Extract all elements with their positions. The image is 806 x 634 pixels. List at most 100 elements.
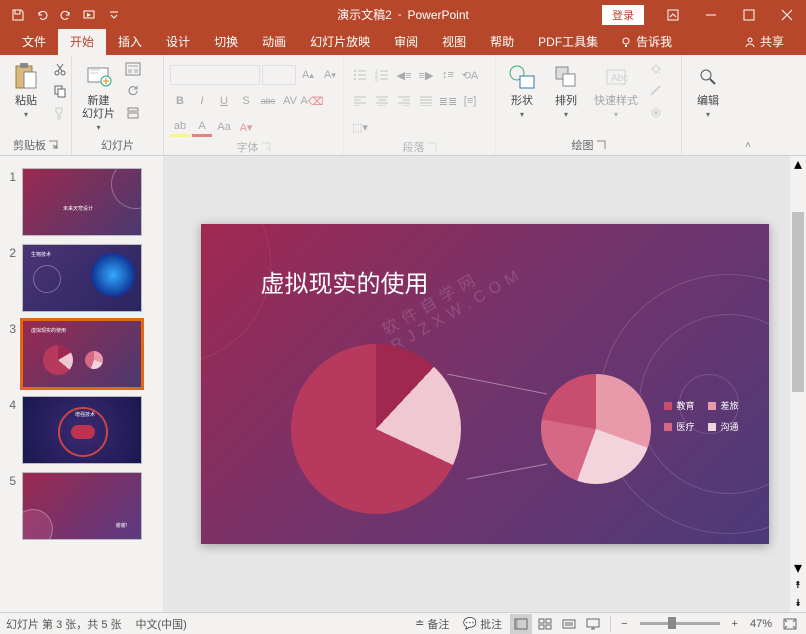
tab-pdf-tools[interactable]: PDF工具集 bbox=[526, 28, 610, 55]
zoom-value[interactable]: 47% bbox=[744, 618, 778, 630]
clear-format-icon[interactable]: A⌫ bbox=[302, 91, 322, 111]
decrease-indent-icon[interactable]: ◀≡ bbox=[394, 65, 414, 85]
slide-thumbnail[interactable]: 5 谢谢! bbox=[0, 468, 163, 544]
reset-icon[interactable] bbox=[123, 81, 143, 101]
current-slide[interactable]: 软件自学网RJZXW.COM 虚拟现实的使用 教育 差旅 医疗 沟通 bbox=[201, 224, 769, 544]
ribbon-display-options-icon[interactable] bbox=[654, 0, 692, 29]
dialog-launcher-icon[interactable] bbox=[48, 140, 58, 150]
decrease-font-icon[interactable]: A▾ bbox=[320, 65, 340, 85]
tab-file[interactable]: 文件 bbox=[10, 28, 58, 55]
language-status[interactable]: 中文(中国) bbox=[136, 616, 187, 632]
slide-thumbnail-panel[interactable]: 1 未来天穹设计 2 生物技术 3 虚拟现实的使用 4 bbox=[0, 156, 163, 612]
qat-customize-icon[interactable] bbox=[104, 5, 124, 25]
font-color-icon[interactable]: A bbox=[192, 117, 212, 137]
slide-thumbnail[interactable]: 3 虚拟现实的使用 bbox=[0, 316, 163, 392]
slide-thumbnail[interactable]: 4 增强技术 bbox=[0, 392, 163, 468]
bullets-icon[interactable] bbox=[350, 65, 370, 85]
shapes-button[interactable]: 形状▾ bbox=[502, 59, 542, 123]
share-button[interactable]: 共享 bbox=[736, 28, 792, 55]
scroll-thumb[interactable] bbox=[792, 212, 804, 392]
shape-fill-icon[interactable] bbox=[646, 59, 666, 79]
increase-font-icon[interactable]: A▴ bbox=[298, 65, 318, 85]
smartart-convert-icon[interactable]: ⬚▾ bbox=[350, 117, 370, 137]
zoom-slider[interactable] bbox=[640, 622, 720, 625]
align-text-icon[interactable]: [≡] bbox=[460, 91, 480, 111]
tab-animations[interactable]: 动画 bbox=[250, 28, 298, 55]
login-button[interactable]: 登录 bbox=[602, 5, 644, 25]
italic-button[interactable]: I bbox=[192, 91, 212, 111]
slide-editor-area[interactable]: 软件自学网RJZXW.COM 虚拟现实的使用 教育 差旅 医疗 沟通 ▴ ▾ ⯭… bbox=[163, 156, 806, 612]
highlight-icon[interactable]: ab bbox=[170, 117, 190, 137]
tab-help[interactable]: 帮助 bbox=[478, 28, 526, 55]
justify-icon[interactable] bbox=[416, 91, 436, 111]
zoom-slider-handle[interactable] bbox=[668, 617, 676, 629]
scroll-track[interactable] bbox=[790, 172, 806, 560]
zoom-out-button[interactable]: − bbox=[617, 618, 631, 630]
tab-view[interactable]: 视图 bbox=[430, 28, 478, 55]
save-icon[interactable] bbox=[8, 5, 28, 25]
align-left-icon[interactable] bbox=[350, 91, 370, 111]
comments-button[interactable]: 💬 批注 bbox=[457, 614, 508, 634]
collapse-ribbon-icon[interactable]: ˄ bbox=[745, 140, 751, 151]
shadow-button[interactable]: S bbox=[236, 91, 256, 111]
line-spacing-icon[interactable]: ↕≡ bbox=[438, 65, 458, 85]
normal-view-icon[interactable] bbox=[510, 614, 532, 634]
cut-icon[interactable] bbox=[50, 59, 70, 79]
columns-icon[interactable]: ≣≣ bbox=[438, 91, 458, 111]
start-from-beginning-icon[interactable] bbox=[80, 5, 100, 25]
layout-icon[interactable] bbox=[123, 59, 143, 79]
reading-view-icon[interactable] bbox=[558, 614, 580, 634]
change-case-icon[interactable]: Aa bbox=[214, 117, 234, 137]
strike-button[interactable]: abc bbox=[258, 91, 278, 111]
zoom-in-button[interactable]: + bbox=[728, 618, 742, 630]
font-size-dropdown[interactable] bbox=[262, 65, 296, 85]
slide-sorter-view-icon[interactable] bbox=[534, 614, 556, 634]
scroll-up-icon[interactable]: ▴ bbox=[790, 156, 806, 172]
slide-thumbnail[interactable]: 1 未来天穹设计 bbox=[0, 164, 163, 240]
tab-review[interactable]: 审阅 bbox=[382, 28, 430, 55]
slideshow-view-icon[interactable] bbox=[582, 614, 604, 634]
slide-thumbnail[interactable]: 2 生物技术 bbox=[0, 240, 163, 316]
bold-button[interactable]: B bbox=[170, 91, 190, 111]
sub-pie-chart[interactable] bbox=[541, 374, 651, 484]
align-center-icon[interactable] bbox=[372, 91, 392, 111]
slide-title[interactable]: 虚拟现实的使用 bbox=[261, 264, 429, 299]
main-pie-chart[interactable] bbox=[291, 344, 461, 514]
close-button[interactable] bbox=[768, 0, 806, 29]
text-direction-icon[interactable]: ⟲A bbox=[460, 65, 480, 85]
char-spacing-icon[interactable]: AV bbox=[280, 91, 300, 111]
dialog-launcher-icon[interactable] bbox=[261, 142, 271, 152]
numbering-icon[interactable]: 123 bbox=[372, 65, 392, 85]
arrange-button[interactable]: 排列▾ bbox=[546, 59, 586, 123]
paste-button[interactable]: 粘贴▾ bbox=[6, 59, 46, 123]
align-right-icon[interactable] bbox=[394, 91, 414, 111]
vertical-scrollbar[interactable]: ▴ ▾ ⯭ ⯯ bbox=[790, 156, 806, 612]
dialog-launcher-icon[interactable] bbox=[596, 140, 606, 150]
shape-outline-icon[interactable] bbox=[646, 81, 666, 101]
tell-me-search[interactable]: 告诉我 bbox=[610, 28, 682, 55]
next-slide-icon[interactable]: ⯯ bbox=[790, 594, 806, 612]
format-painter-icon[interactable] bbox=[50, 103, 70, 123]
shape-effects-icon[interactable] bbox=[646, 103, 666, 123]
tab-design[interactable]: 设计 bbox=[154, 28, 202, 55]
section-icon[interactable] bbox=[123, 103, 143, 123]
quick-styles-button[interactable]: Abc 快速样式▾ bbox=[590, 59, 642, 123]
new-slide-button[interactable]: 新建 幻灯片 ▾ bbox=[78, 59, 119, 134]
font-family-dropdown[interactable] bbox=[170, 65, 260, 85]
increase-indent-icon[interactable]: ≡▶ bbox=[416, 65, 436, 85]
minimize-button[interactable] bbox=[692, 0, 730, 29]
notes-button[interactable]: ≐ 备注 bbox=[409, 614, 455, 634]
tab-transitions[interactable]: 切换 bbox=[202, 28, 250, 55]
underline-button[interactable]: U bbox=[214, 91, 234, 111]
slide-counter[interactable]: 幻灯片 第 3 张，共 5 张 bbox=[6, 616, 122, 632]
tab-insert[interactable]: 插入 bbox=[106, 28, 154, 55]
copy-icon[interactable] bbox=[50, 81, 70, 101]
maximize-button[interactable] bbox=[730, 0, 768, 29]
tab-slideshow[interactable]: 幻灯片放映 bbox=[298, 28, 382, 55]
editing-button[interactable]: 编辑▾ bbox=[688, 59, 728, 123]
undo-icon[interactable] bbox=[32, 5, 52, 25]
fit-to-window-icon[interactable] bbox=[780, 614, 800, 634]
scroll-down-icon[interactable]: ▾ bbox=[790, 560, 806, 576]
text-effects-icon[interactable]: A▾ bbox=[236, 117, 256, 137]
dialog-launcher-icon[interactable] bbox=[427, 142, 437, 152]
